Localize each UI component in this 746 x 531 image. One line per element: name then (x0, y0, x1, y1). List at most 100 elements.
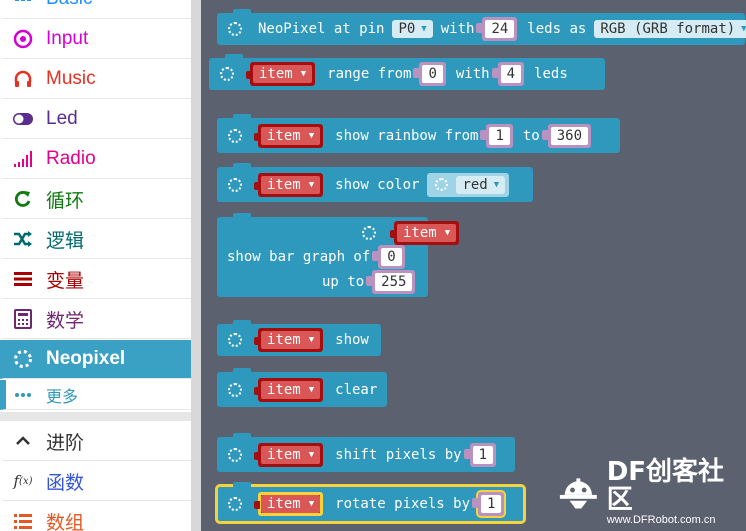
block-neopixel-create[interactable]: NeoPixel at pin P0 ▼ with 24 leds as RGB … (217, 9, 746, 45)
shift-value[interactable]: 1 (472, 445, 494, 464)
variable-name: item (259, 66, 293, 82)
grid-icon (12, 0, 34, 10)
block-rotate-pixels[interactable]: item ▼ rotate pixels by 1 (215, 482, 526, 524)
item-variable[interactable]: item ▼ (389, 221, 460, 245)
shift-value-input[interactable]: 1 (463, 442, 497, 467)
neopixel-icon (228, 497, 242, 511)
neopixel-icon (228, 22, 242, 36)
dropdown-arrow-icon: ▼ (300, 69, 307, 79)
bar-max-input[interactable]: 255 (366, 270, 416, 294)
block-label: clear (335, 381, 378, 398)
leds-count-value[interactable]: 24 (485, 20, 515, 38)
neopixel-icon (228, 177, 242, 192)
neopixel-icon (435, 178, 449, 191)
rainbow-to-value[interactable]: 360 (550, 126, 589, 145)
dropdown-arrow-icon: ▼ (421, 24, 427, 34)
format-dropdown[interactable]: RGB (GRB format) ▼ (594, 20, 746, 38)
block-label-with: with (455, 66, 490, 82)
rainbow-from-value[interactable]: 1 (489, 126, 510, 145)
category-label: 数组 (46, 512, 85, 531)
item-variable[interactable]: item ▼ (253, 492, 324, 516)
rotate-value-input[interactable]: 1 (471, 490, 507, 518)
rainbow-to-input[interactable]: 360 (541, 123, 592, 148)
rotate-value[interactable]: 1 (481, 495, 502, 513)
range-from-value[interactable]: 0 (422, 65, 443, 83)
category-music[interactable]: Music (0, 60, 191, 99)
block-show-color[interactable]: item ▼ show color red ▼ (217, 163, 533, 202)
bar-max-value[interactable]: 255 (375, 273, 413, 291)
block-label: range from (327, 66, 412, 82)
category-radio[interactable]: Radio (0, 140, 191, 179)
block-shift-pixels[interactable]: item ▼ shift pixels by 1 (217, 433, 515, 472)
color-dropdown[interactable]: red ▼ (456, 175, 506, 194)
block-label-with: with (440, 21, 475, 37)
category-input[interactable]: Input (0, 20, 191, 59)
variable-name: item (267, 496, 301, 512)
more-icon (12, 384, 34, 406)
category-arrays[interactable]: 数组 (0, 502, 191, 531)
watermark-title: DF创客社区 (606, 457, 725, 515)
block-show-rainbow[interactable]: item ▼ show rainbow from 1 to 360 (217, 114, 620, 153)
category-neopixel-more[interactable]: 更多 (0, 380, 191, 410)
headphones-icon (12, 68, 34, 90)
color-picker[interactable]: red ▼ (427, 172, 510, 197)
item-variable[interactable]: item ▼ (253, 172, 324, 197)
category-label: Basic (46, 0, 92, 10)
dropdown-arrow-icon: ▼ (741, 24, 746, 34)
neopixel-icon (228, 333, 242, 347)
pin-dropdown[interactable]: P0 ▼ (392, 20, 433, 38)
rainbow-from-input[interactable]: 1 (480, 123, 513, 148)
function-icon: f (x) (13, 472, 33, 490)
block-label: show (335, 332, 369, 348)
category-variables[interactable]: 变量 (0, 260, 191, 299)
color-value: red (462, 176, 488, 193)
category-logic[interactable]: 逻辑 (0, 220, 191, 259)
block-show-bar-graph[interactable]: item ▼ show bar graph of 0 up to 255 (217, 213, 460, 297)
item-variable[interactable]: item ▼ (245, 62, 316, 86)
variable-name: item (267, 332, 301, 348)
block-label: show color (335, 176, 420, 193)
category-label: Music (46, 68, 96, 89)
block-range[interactable]: item ▼ range from 0 with 4 leds (209, 54, 605, 90)
bar-value[interactable]: 0 (381, 248, 402, 266)
item-variable[interactable]: item ▼ (253, 442, 324, 467)
block-show[interactable]: item ▼ show (217, 320, 381, 356)
spinner-icon (12, 348, 34, 370)
range-count-input[interactable]: 4 (491, 62, 525, 86)
block-label-leds-as: leds as (527, 21, 587, 37)
dropdown-arrow-icon: ▼ (444, 228, 451, 238)
shuffle-icon (12, 228, 34, 250)
item-variable[interactable]: item ▼ (253, 328, 324, 352)
neopixel-icon (362, 226, 376, 240)
blocks-workspace[interactable]: NeoPixel at pin P0 ▼ with 24 leds as RGB … (201, 0, 746, 531)
sidebar-scrollbar[interactable] (191, 0, 201, 531)
format-value: RGB (GRB format) (600, 21, 736, 37)
block-clear[interactable]: item ▼ clear (217, 368, 387, 407)
category-label: 循环 (46, 190, 85, 212)
category-functions[interactable]: f (x) 函数 (0, 462, 191, 501)
range-count-value[interactable]: 4 (500, 65, 522, 83)
category-advanced[interactable]: 进阶 (0, 422, 191, 461)
robot-logo-icon (559, 478, 597, 509)
category-label: 逻辑 (46, 230, 85, 252)
neopixel-icon (220, 67, 234, 81)
item-variable[interactable]: item ▼ (253, 123, 324, 148)
dropdown-arrow-icon: ▼ (308, 179, 315, 190)
category-basic[interactable]: Basic (0, 0, 191, 19)
category-neopixel[interactable]: Neopixel (0, 340, 191, 379)
leds-count-input[interactable]: 24 (476, 17, 518, 41)
block-label-up-to: up to (322, 274, 365, 290)
block-label: shift pixels by (335, 446, 462, 463)
category-led[interactable]: Led (0, 100, 191, 139)
category-math[interactable]: 数学 (0, 300, 191, 339)
dropdown-arrow-icon: ▼ (308, 335, 315, 345)
watermark-url: www.DFRobot.com.cn (606, 514, 716, 526)
category-label: Radio (46, 148, 96, 169)
chevron-up-icon (12, 430, 34, 452)
item-variable[interactable]: item ▼ (253, 377, 324, 402)
category-label: 进阶 (46, 432, 85, 454)
bar-value-input[interactable]: 0 (372, 245, 405, 269)
variable-name: item (267, 446, 301, 463)
range-from-input[interactable]: 0 (413, 62, 446, 86)
category-loops[interactable]: 循环 (0, 180, 191, 219)
